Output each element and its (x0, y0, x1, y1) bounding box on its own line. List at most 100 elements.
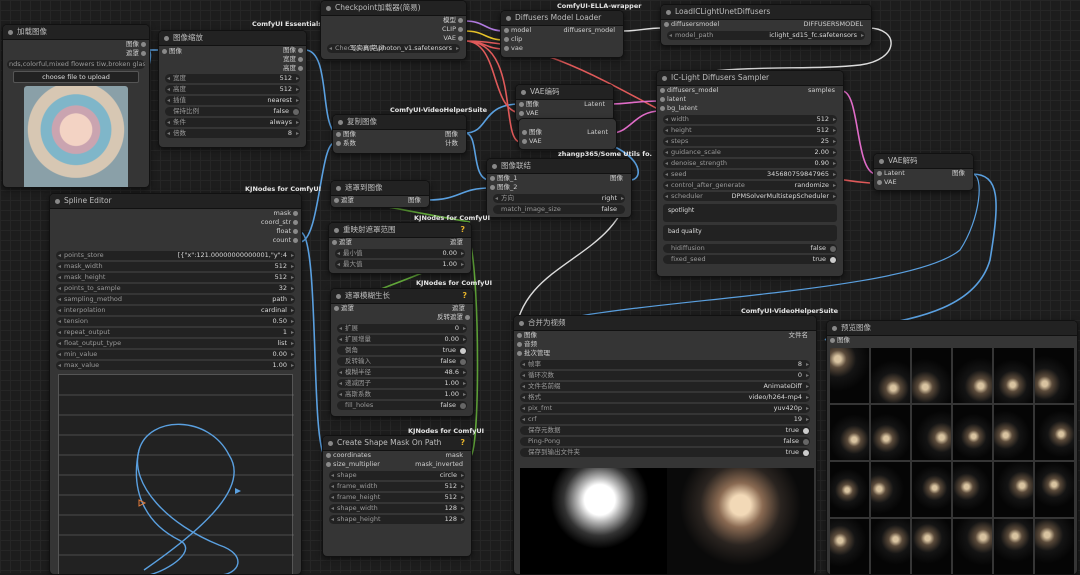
vae-decode-node[interactable]: VAE解码 Latent 图像 VAE (873, 153, 974, 191)
spline-param-widget[interactable]: min_value 0.00 (56, 350, 295, 359)
resize-param-widget[interactable]: 倍数 8 (165, 129, 300, 138)
grow-mask-node[interactable]: 遮罩模糊生长? 遮罩 遮罩 反转遮罩 扩展 0 扩展增量 0.00 倒角 true 反转输入 f… (330, 288, 474, 417)
preview-tile[interactable] (953, 462, 992, 517)
output-image[interactable]: 图像 (952, 169, 965, 178)
video-combine-node[interactable]: 合并为视频 图像 文件名 音频 批次管理 帧率 8 循环次数 0 文件名前缀 Animate… (513, 315, 817, 575)
output-image[interactable]: 图像 (159, 46, 306, 55)
preview-tile[interactable] (830, 348, 869, 403)
checkpoint-node[interactable]: Checkpoint加载器(简易) 模型 CLIP VAE Checkpoint… (320, 0, 467, 60)
output-latent[interactable]: Latent (587, 128, 608, 137)
output-clip[interactable]: CLIP (321, 25, 466, 34)
sampler-param-widget[interactable]: denoise_strength 0.90 (663, 159, 837, 168)
input-bg-latent[interactable]: bg_latent (657, 104, 843, 113)
spline-param-widget[interactable]: points_to_sample 32 (56, 284, 295, 293)
preview-tile[interactable] (871, 462, 910, 517)
input-image[interactable]: 图像 Latent (519, 128, 616, 137)
sampler-param-widget[interactable]: width 512 (663, 115, 837, 124)
output-count[interactable]: count (50, 236, 301, 245)
resize-param-widget[interactable]: 高度 512 (165, 85, 300, 94)
output-image[interactable]: 图像 (3, 40, 149, 49)
preview-tile[interactable] (994, 519, 1033, 574)
preview-tile[interactable] (1035, 405, 1074, 460)
output-float[interactable]: float (50, 227, 301, 236)
spline-graph[interactable] (59, 375, 294, 575)
input-coordinates[interactable]: coordinates mask (323, 451, 471, 460)
spline-param-widget[interactable]: sampling_method path (56, 295, 295, 304)
preview-grid[interactable] (830, 348, 1074, 574)
sampler-param-widget[interactable]: control_after_generate randomize (663, 181, 837, 190)
shape-param-widget[interactable]: frame_width 512 (329, 482, 465, 491)
resize-param-widget[interactable]: 宽度 512 (165, 74, 300, 83)
shape-param-widget[interactable]: shape_height 128 (329, 515, 465, 524)
input-images[interactable]: 图像 (827, 336, 1077, 345)
resize-param-widget[interactable]: 条件 always (165, 118, 300, 127)
input-batch-manager[interactable]: 批次管理 (514, 349, 816, 358)
sampler-param-widget[interactable]: height 512 (663, 126, 837, 135)
input-vae[interactable]: VAE (516, 109, 613, 118)
preview-tile[interactable] (912, 348, 951, 403)
shape-param-widget[interactable]: shape_width 128 (329, 504, 465, 513)
resize-param-widget[interactable]: 保持比例 false (165, 107, 300, 116)
combine-param-widget[interactable]: 循环次数 0 (520, 371, 810, 380)
sampler-toggle-widget[interactable]: hidiffusion false (663, 244, 837, 253)
remap-mask-node[interactable]: 重映射遮罩范围? 遮罩 遮罩 最小值 0.00 最大值 1.00 (328, 222, 472, 274)
output-latent[interactable]: Latent (584, 100, 605, 109)
sampler-param-widget[interactable]: seed 345680759847965 (663, 170, 837, 179)
output-height[interactable]: 高度 (159, 64, 306, 73)
spline-canvas[interactable] (58, 374, 294, 575)
toggle-indicator[interactable] (460, 402, 466, 409)
output-count[interactable]: 计数 (445, 139, 458, 148)
combine-param-widget[interactable]: 格式 video/h264-mp4 (520, 393, 810, 402)
preview-tile[interactable] (953, 519, 992, 574)
remap-param-widget[interactable]: 最大值 1.00 (335, 260, 465, 269)
input-mask[interactable]: 遮罩 遮罩 (331, 304, 473, 313)
toggle-indicator[interactable] (460, 358, 466, 365)
help-icon[interactable]: ? (460, 223, 465, 237)
remap-param-widget[interactable]: 最小值 0.00 (335, 249, 465, 258)
help-icon[interactable]: ? (462, 289, 467, 303)
grow-param-widget[interactable]: 模糊半径 48.6 (337, 368, 467, 377)
preview-tile[interactable] (994, 348, 1033, 403)
load-image-node[interactable]: 加载图像 图像 遮罩 nds,colorful,mixed flowers ti… (2, 24, 150, 188)
input-model[interactable]: model diffusers_model (501, 26, 623, 35)
grow-param-widget[interactable]: fill_holes false (337, 401, 467, 410)
combine-param-widget[interactable]: 保存到输出文件夹 true (520, 448, 810, 457)
shape-param-widget[interactable]: shape circle (329, 471, 465, 480)
input-latent[interactable]: latent (657, 95, 843, 104)
iclight-sampler-node[interactable]: IC-Light Diffusers Sampler diffusers_mod… (656, 70, 844, 277)
output-filenames[interactable]: 文件名 (789, 331, 809, 340)
shape-param-widget[interactable]: frame_height 512 (329, 493, 465, 502)
negative-textarea[interactable]: bad quality (663, 225, 837, 241)
preview-tile[interactable] (830, 462, 869, 517)
spline-param-widget[interactable]: mask_width 512 (56, 262, 295, 271)
filename-widget[interactable]: nds,colorful,mixed flowers tiw,broken gl… (7, 60, 145, 69)
input-image[interactable]: 图像 图像 (333, 130, 466, 139)
input-size-multiplier[interactable]: size_multiplier mask_inverted (323, 460, 471, 469)
toggle-indicator[interactable] (460, 347, 466, 354)
preview-tile[interactable] (871, 348, 910, 403)
combine-param-widget[interactable]: pix_fmt yuv420p (520, 404, 810, 413)
vae-encode-node-2[interactable]: 图像 Latent VAE (518, 118, 617, 150)
output-inverted[interactable]: 反转遮罩 (331, 313, 473, 322)
preview-tile[interactable] (994, 462, 1033, 517)
combine-param-widget[interactable]: 保存元数据 true (520, 426, 810, 435)
spline-param-widget[interactable]: repeat_output 1 (56, 328, 295, 337)
input-images[interactable]: 图像 文件名 (514, 331, 816, 340)
preview-tile[interactable] (830, 519, 869, 574)
output-coord-str[interactable]: coord_str (50, 218, 301, 227)
mask-to-image-node[interactable]: 遮罩到图像 遮罩 图像 (330, 180, 430, 208)
upload-button[interactable]: choose file to upload (13, 71, 139, 83)
preview-tile[interactable] (830, 405, 869, 460)
output-image[interactable]: 图像 (610, 174, 623, 183)
output-diffusers[interactable]: diffusers_model (564, 26, 615, 35)
combine-param-widget[interactable]: 帧率 8 (520, 360, 810, 369)
grow-param-widget[interactable]: 倒角 true (337, 346, 467, 355)
input-diffusersmodel[interactable]: diffusersmodel DIFFUSERSMODEL (661, 20, 871, 29)
output-model[interactable]: 模型 (321, 16, 466, 25)
iclight-load-node[interactable]: LoadICLightUnetDiffusers diffusersmodel D… (660, 4, 872, 46)
input-latent[interactable]: Latent 图像 (874, 169, 973, 178)
resize-param-widget[interactable]: 插值 nearest (165, 96, 300, 105)
input-vae[interactable]: VAE (874, 178, 973, 187)
output-mask-inverted[interactable]: mask_inverted (415, 460, 463, 469)
prompt-textarea[interactable]: spotlight (663, 204, 837, 222)
